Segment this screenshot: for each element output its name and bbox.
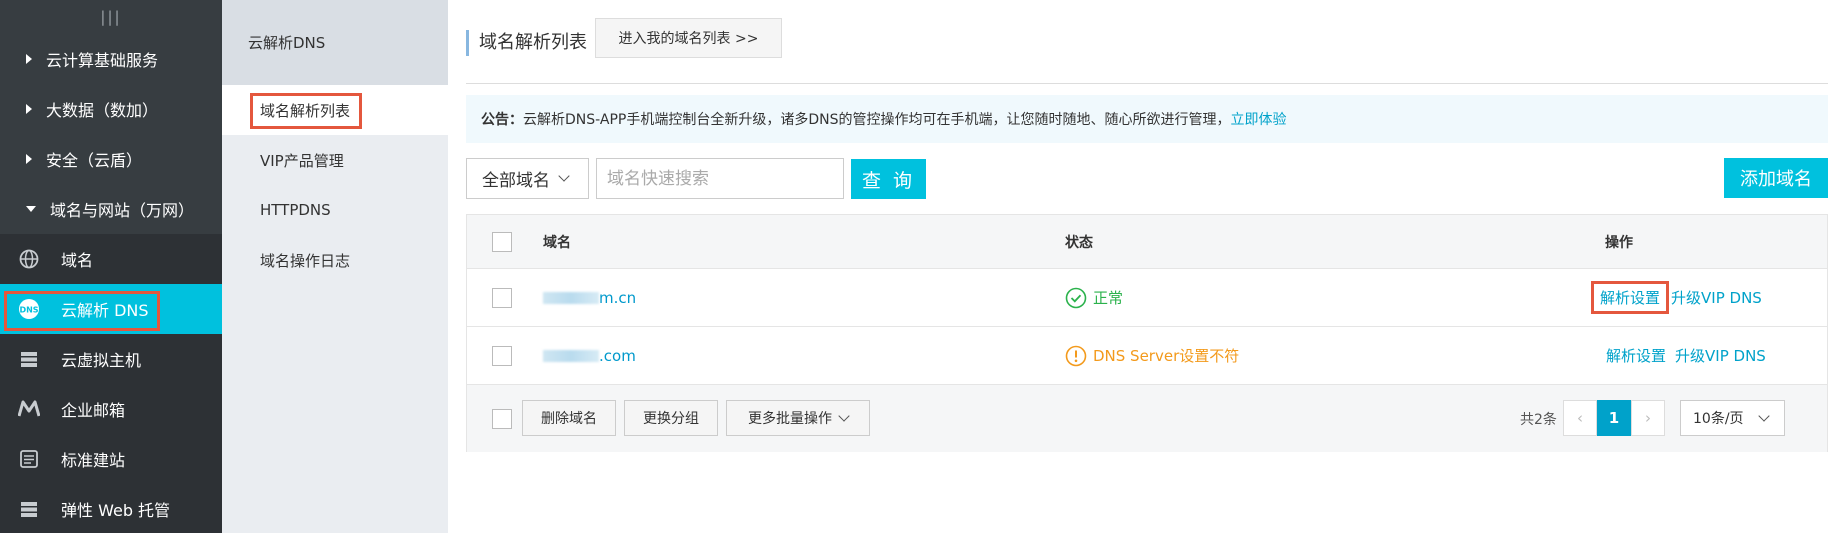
total-count: 共2条 xyxy=(1520,412,1557,428)
chevron-down-icon xyxy=(1757,409,1770,422)
column-header-status: 状态 xyxy=(1065,234,1093,251)
upgrade-vip-link[interactable]: 升级VIP DNS xyxy=(1671,287,1762,308)
table-header: 域名 状态 操作 xyxy=(467,215,1827,269)
sidebar-item-domain[interactable]: 域名 xyxy=(0,234,222,284)
page-title: 域名解析列表 xyxy=(466,30,587,56)
status-cell: 正常 xyxy=(1065,287,1123,309)
sidebar-item-label: 弹性 Web 托管 xyxy=(61,501,171,520)
row-checkbox[interactable] xyxy=(492,345,512,366)
batch-operations-label: 更多批量操作 xyxy=(748,411,832,427)
pagination: ‹ 1 › xyxy=(1563,400,1665,436)
sidebar-submenu: 域名 DNS 云解析 DNS 云虚拟主机 企业邮箱 标准建站 弹性 Web 托管 xyxy=(0,234,222,533)
sidebar-item-virtual-host[interactable]: 云虚拟主机 xyxy=(0,334,222,384)
operation-cell: 解析设置 升级VIP DNS xyxy=(1597,345,1766,366)
notice-prefix: 公告： xyxy=(481,112,523,128)
main-content: 域名解析列表 进入我的域名列表 >> 公告： 云解析DNS-APP手机端控制台全… xyxy=(448,0,1841,533)
sidebar-item-label: 企业邮箱 xyxy=(61,401,126,420)
warning-circle-icon xyxy=(1065,345,1087,366)
caret-right-icon xyxy=(26,104,32,114)
divider xyxy=(466,83,1828,84)
my-domain-list-button[interactable]: 进入我的域名列表 >> xyxy=(595,18,782,58)
product-subnav: 云解析DNS 域名解析列表 VIP产品管理 HTTPDNS 域名操作日志 xyxy=(222,0,448,533)
sidebar-group-domain-website[interactable]: 域名与网站（万网） xyxy=(0,184,222,234)
table-row: m.cn 正常 解析设置 升级VIP DNS xyxy=(467,269,1827,327)
notice-link[interactable]: 立即体验 xyxy=(1230,109,1286,129)
domain-suffix: .com xyxy=(599,346,636,365)
prev-page-button[interactable]: ‹ xyxy=(1563,400,1597,436)
domain-link[interactable]: m.cn xyxy=(543,289,636,307)
select-all-checkbox[interactable] xyxy=(492,231,512,252)
sidebar-collapse-toggle[interactable]: ||| xyxy=(0,0,222,34)
table-footer: 删除域名 更换分组 更多批量操作 共2条 ‹ 1 › 10条/页 xyxy=(467,385,1827,452)
query-button[interactable]: 查 询 xyxy=(851,159,926,199)
dns-settings-link[interactable]: 解析设置 xyxy=(1597,345,1675,366)
notice-banner: 公告： 云解析DNS-APP手机端控制台全新升级，诸多DNS的管控操作均可在手机… xyxy=(466,95,1828,143)
subnav-item-operation-log[interactable]: 域名操作日志 xyxy=(222,235,448,285)
dns-settings-link[interactable]: 解析设置 xyxy=(1591,281,1670,314)
server-icon xyxy=(18,498,40,520)
sidebar-group-label: 域名与网站（万网） xyxy=(50,201,195,220)
chevron-down-icon xyxy=(558,170,570,182)
sidebar-item-label: 标准建站 xyxy=(61,451,126,470)
highlight-box xyxy=(4,291,160,331)
row-checkbox[interactable] xyxy=(492,287,512,308)
operation-cell: 解析设置 升级VIP DNS xyxy=(1591,281,1762,314)
redacted-domain xyxy=(543,350,599,362)
status-text: 正常 xyxy=(1093,289,1124,307)
sidebar-item-enterprise-mail[interactable]: 企业邮箱 xyxy=(0,384,222,434)
sidebar-group-label: 云计算基础服务 xyxy=(46,51,159,70)
sidebar-item-web-hosting[interactable]: 弹性 Web 托管 xyxy=(0,484,222,533)
app: ||| 云计算基础服务 大数据（数加） 安全（云盾） 域名与网站（万网） 域名 xyxy=(0,0,1841,533)
sidebar-group-security[interactable]: 安全（云盾） xyxy=(0,134,222,184)
domain-table: 域名 状态 操作 m.cn 正常 解析设置 升级VIP DNS .com DNS… xyxy=(466,214,1828,452)
page-button-current[interactable]: 1 xyxy=(1597,400,1631,436)
highlight-box xyxy=(250,93,362,129)
delete-domain-button[interactable]: 删除域名 xyxy=(522,400,616,436)
change-group-button[interactable]: 更换分组 xyxy=(624,400,718,436)
caret-down-icon xyxy=(26,206,36,212)
check-circle-icon xyxy=(1065,287,1087,308)
sidebar-group-label: 安全（云盾） xyxy=(46,151,143,170)
sidebar-group-bigdata[interactable]: 大数据（数加） xyxy=(0,84,222,134)
next-page-button[interactable]: › xyxy=(1631,400,1665,436)
sidebar-item-label: 域名 xyxy=(61,251,94,270)
chevron-down-icon xyxy=(838,409,850,422)
subnav-title: 云解析DNS xyxy=(222,0,448,85)
column-header-operation: 操作 xyxy=(1605,234,1633,251)
column-header-domain: 域名 xyxy=(543,234,571,251)
domain-filter-select[interactable]: 全部域名 xyxy=(466,158,589,199)
filter-value: 全部域名 xyxy=(482,171,550,191)
page-size-value: 10条/页 xyxy=(1693,411,1744,427)
caret-right-icon xyxy=(26,154,32,164)
sidebar-group-label: 大数据（数加） xyxy=(46,101,159,120)
status-text: DNS Server设置不符 xyxy=(1093,347,1240,365)
add-domain-button[interactable]: 添加域名 xyxy=(1724,158,1828,198)
domain-link[interactable]: .com xyxy=(543,347,636,365)
status-cell: DNS Server设置不符 xyxy=(1065,345,1239,367)
table-row: .com DNS Server设置不符 解析设置 升级VIP DNS xyxy=(467,327,1827,385)
sidebar-item-label: 云虚拟主机 xyxy=(61,351,142,370)
sidebar-group-cloud-basic[interactable]: 云计算基础服务 xyxy=(0,34,222,84)
sidebar-item-site-builder[interactable]: 标准建站 xyxy=(0,434,222,484)
domain-search-input[interactable] xyxy=(596,158,844,199)
server-icon xyxy=(18,348,40,370)
upgrade-vip-link[interactable]: 升级VIP DNS xyxy=(1675,345,1766,366)
footer-select-all-checkbox[interactable] xyxy=(492,409,512,429)
redacted-domain xyxy=(543,292,599,304)
notice-text: 云解析DNS-APP手机端控制台全新升级，诸多DNS的管控操作均可在手机端，让您… xyxy=(523,112,1231,128)
mail-m-icon xyxy=(18,398,40,420)
page-size-select[interactable]: 10条/页 xyxy=(1680,400,1785,436)
batch-operations-button[interactable]: 更多批量操作 xyxy=(726,400,870,436)
site-icon xyxy=(18,448,40,470)
globe-icon xyxy=(18,248,40,270)
domain-suffix: m.cn xyxy=(599,288,637,307)
subnav-item-httpdns[interactable]: HTTPDNS xyxy=(222,185,448,235)
main-sidebar: ||| 云计算基础服务 大数据（数加） 安全（云盾） 域名与网站（万网） 域名 xyxy=(0,0,222,533)
subnav-item-vip[interactable]: VIP产品管理 xyxy=(222,135,448,185)
caret-right-icon xyxy=(26,54,32,64)
